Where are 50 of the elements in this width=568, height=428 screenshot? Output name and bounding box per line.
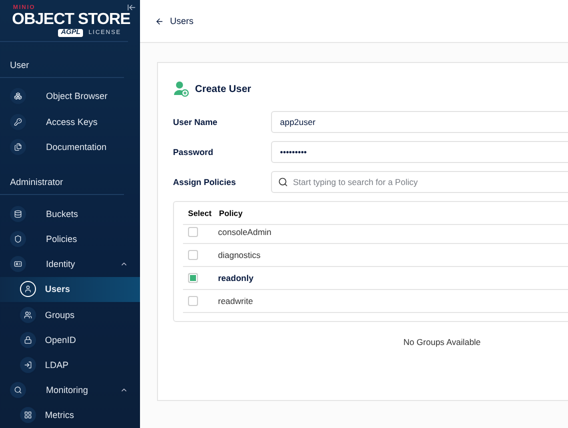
section-title: User [0,42,124,78]
lock-icon [20,332,36,348]
sidebar-item[interactable]: Policies [0,226,140,252]
empty-groups-message: No Groups Available [403,337,481,347]
shield-icon [10,231,26,248]
sidebar-item[interactable]: Identity [0,252,140,277]
column-header: Select [188,208,213,218]
key-icon [10,114,26,130]
back-link[interactable]: Users [155,16,194,26]
form-title: Create User [195,84,252,94]
policy-name: diagnostics [218,250,261,260]
sidebar-item[interactable]: LDAP [0,352,140,378]
section-title: Administrator [0,159,124,196]
field-label: User Name [173,117,218,127]
input-field[interactable]: ••••••••• [271,141,568,163]
sidebar-item[interactable]: Users [0,276,140,302]
sidebar-item[interactable]: Metrics [0,402,140,428]
user-icon [20,281,36,298]
input-field[interactable]: app2user [271,111,568,133]
checkbox[interactable] [188,296,198,306]
policy-name: consoleAdmin [218,227,272,237]
field-label: Password [173,147,214,157]
users-icon [20,306,36,323]
boxes-icon [10,88,26,104]
checkbox[interactable] [188,227,198,237]
add-user-icon [173,81,189,97]
checkbox[interactable] [188,273,198,283]
sidebar-item[interactable]: Buckets [0,201,140,226]
sidebar-item[interactable]: OpenID [0,327,140,352]
search-icon [278,177,288,187]
search-icon [10,382,26,398]
database-icon [10,206,26,222]
policy-name: readwrite [218,296,253,306]
sidebar-item[interactable]: Documentation [0,134,140,160]
policy-search-field[interactable]: Start typing to search for a Policy [271,171,568,193]
sidebar-item[interactable]: Access Keys [0,108,140,134]
product-name: OBJECT STORE [12,11,130,29]
login-icon [20,357,36,374]
column-header: Policy [219,208,243,218]
checkbox[interactable] [188,250,198,260]
field-label: Assign Policies [173,177,237,187]
files-icon [10,138,26,155]
back-arrow-icon [155,16,164,26]
grid-icon [20,407,36,424]
sidebar-item[interactable]: Object Browser [0,84,140,109]
id-card-icon [10,256,26,272]
policy-name: readonly [218,273,254,283]
collapse-sidebar-icon[interactable] [127,3,136,12]
sidebar-item[interactable]: Groups [0,302,140,328]
sidebar-item[interactable]: Monitoring [0,378,140,403]
